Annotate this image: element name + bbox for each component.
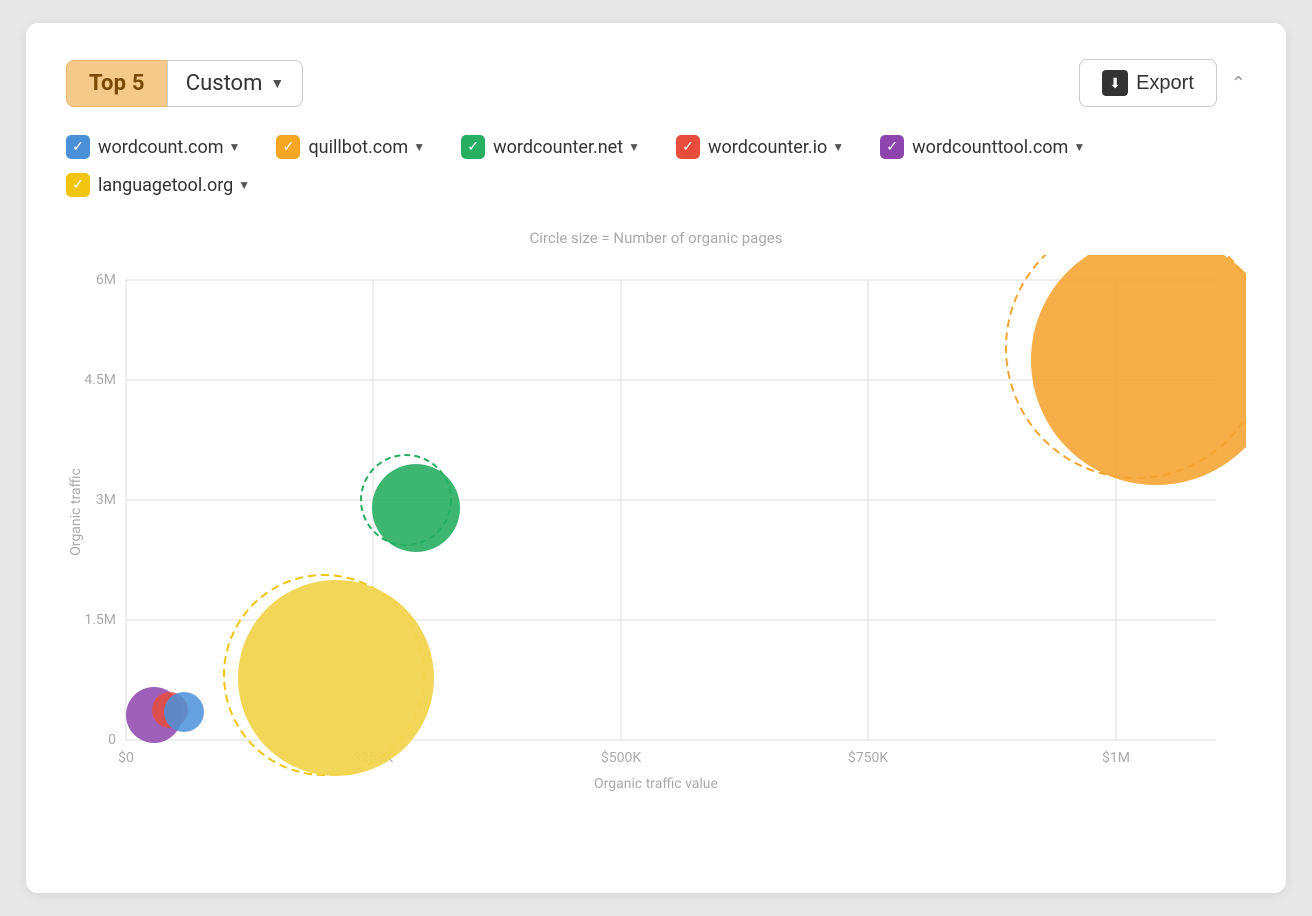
legend-checkbox-quillbot: ✓ <box>276 135 300 159</box>
svg-text:$1M: $1M <box>1102 749 1130 766</box>
chart-svg: 0 1.5M 3M 4.5M 6M $0 $250K $500K $750K $… <box>66 255 1246 795</box>
svg-text:Organic traffic value: Organic traffic value <box>594 776 718 792</box>
svg-text:Organic traffic: Organic traffic <box>68 468 84 556</box>
legend-item-wordcounternet[interactable]: ✓ wordcounter.net ▼ <box>461 135 640 159</box>
svg-text:$750K: $750K <box>848 749 888 766</box>
legend-checkbox-wordcounterio: ✓ <box>676 135 700 159</box>
legend-dropdown-quillbot-icon[interactable]: ▼ <box>413 140 425 154</box>
custom-dropdown[interactable]: Custom ▼ <box>167 60 303 107</box>
collapse-icon[interactable]: ⌃ <box>1231 73 1246 94</box>
chart-area: Circle size = Number of organic pages <box>66 229 1246 809</box>
export-button[interactable]: ⬇ Export <box>1079 59 1217 107</box>
legend-dropdown-wordcounternet-icon[interactable]: ▼ <box>628 140 640 154</box>
toolbar: Top 5 Custom ▼ ⬇ Export ⌃ <box>66 59 1246 107</box>
svg-text:$500K: $500K <box>601 749 641 766</box>
legend-dropdown-wordcounterio-icon[interactable]: ▼ <box>832 140 844 154</box>
legend-item-languagetool[interactable]: ✓ languagetool.org ▼ <box>66 173 250 197</box>
bubble-quillbot[interactable] <box>1031 255 1246 485</box>
legend-container: ✓ wordcount.com ▼ ✓ quillbot.com ▼ ✓ wor… <box>66 135 1246 197</box>
custom-label: Custom <box>186 71 263 96</box>
svg-text:1.5M: 1.5M <box>84 612 116 628</box>
legend-dropdown-wordcounttool-icon[interactable]: ▼ <box>1073 140 1085 154</box>
legend-checkbox-wordcount: ✓ <box>66 135 90 159</box>
legend-label-wordcount: wordcount.com ▼ <box>98 137 240 158</box>
legend-item-quillbot[interactable]: ✓ quillbot.com ▼ <box>276 135 425 159</box>
toolbar-right: ⬇ Export ⌃ <box>1079 59 1246 107</box>
top5-badge[interactable]: Top 5 <box>66 60 167 107</box>
svg-text:0: 0 <box>108 732 116 748</box>
legend-label-languagetool: languagetool.org ▼ <box>98 175 250 196</box>
svg-text:$0: $0 <box>118 749 134 766</box>
export-label: Export <box>1136 72 1194 95</box>
legend-label-quillbot: quillbot.com ▼ <box>308 137 425 158</box>
bubble-wordcount[interactable] <box>164 692 204 732</box>
legend-dropdown-wordcount-icon[interactable]: ▼ <box>229 140 241 154</box>
bubble-wordcounternet[interactable] <box>372 464 460 552</box>
legend-label-wordcounternet: wordcounter.net ▼ <box>493 137 640 158</box>
dropdown-arrow-icon: ▼ <box>270 75 284 92</box>
export-icon: ⬇ <box>1102 70 1128 96</box>
legend-item-wordcounttool[interactable]: ✓ wordcounttool.com ▼ <box>880 135 1085 159</box>
svg-text:3M: 3M <box>96 492 116 508</box>
main-card: Top 5 Custom ▼ ⬇ Export ⌃ ✓ wordcount.co… <box>26 23 1286 893</box>
svg-text:6M: 6M <box>96 272 116 288</box>
chart-note: Circle size = Number of organic pages <box>66 229 1246 247</box>
legend-dropdown-languagetool-icon[interactable]: ▼ <box>238 178 250 192</box>
legend-label-wordcounterio: wordcounter.io ▼ <box>708 137 844 158</box>
toolbar-left: Top 5 Custom ▼ <box>66 60 303 107</box>
legend-label-wordcounttool: wordcounttool.com ▼ <box>912 137 1085 158</box>
legend-checkbox-wordcounternet: ✓ <box>461 135 485 159</box>
bubble-languagetool[interactable] <box>238 580 434 776</box>
legend-item-wordcount[interactable]: ✓ wordcount.com ▼ <box>66 135 240 159</box>
legend-checkbox-wordcounttool: ✓ <box>880 135 904 159</box>
svg-text:4.5M: 4.5M <box>84 372 116 388</box>
chart-container: 0 1.5M 3M 4.5M 6M $0 $250K $500K $750K $… <box>66 255 1246 795</box>
legend-checkbox-languagetool: ✓ <box>66 173 90 197</box>
legend-item-wordcounterio[interactable]: ✓ wordcounter.io ▼ <box>676 135 844 159</box>
